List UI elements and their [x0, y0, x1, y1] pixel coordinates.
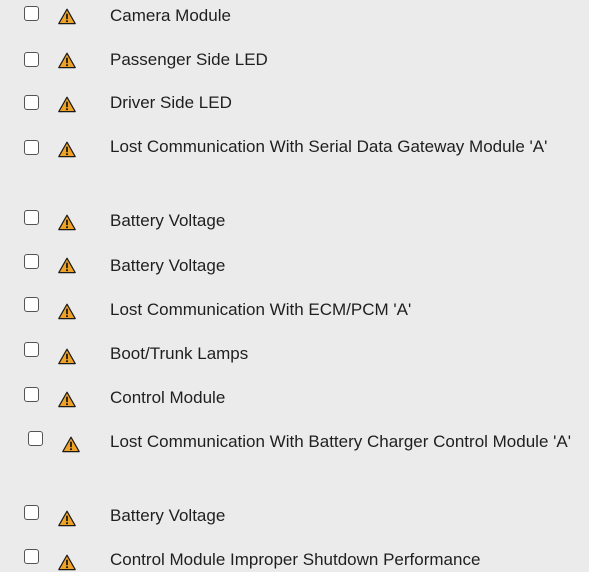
item-checkbox[interactable] [28, 431, 43, 446]
item-checkbox[interactable] [24, 140, 39, 155]
item-checkbox[interactable] [24, 95, 39, 110]
warning-icon [58, 96, 76, 113]
item-label: Passenger Side LED [110, 50, 268, 69]
item-label: Lost Communication With Battery Charger … [110, 432, 571, 451]
item-label: Camera Module [110, 6, 231, 25]
warning-icon [62, 436, 80, 453]
item-checkbox[interactable] [24, 505, 39, 520]
warning-icon [58, 214, 76, 231]
item-checkbox[interactable] [24, 210, 39, 225]
item-checkbox[interactable] [24, 6, 39, 21]
item-label: Battery Voltage [110, 506, 226, 525]
item-checkbox[interactable] [24, 549, 39, 564]
item-label: Lost Communication With Serial Data Gate… [110, 137, 548, 156]
item-checkbox[interactable] [24, 254, 39, 269]
warning-icon [58, 348, 76, 365]
warning-icon [58, 257, 76, 274]
item-label: Battery Voltage [110, 211, 226, 230]
warning-icon [58, 510, 76, 527]
item-checkbox[interactable] [24, 387, 39, 402]
item-label: Control Module Improper Shutdown Perform… [110, 550, 481, 569]
item-label: Lost Communication With ECM/PCM 'A' [110, 300, 412, 319]
item-label: Boot/Trunk Lamps [110, 344, 249, 363]
warning-icon [58, 554, 76, 571]
warning-icon [58, 391, 76, 408]
warning-icon [58, 303, 76, 320]
item-label: Control Module [110, 388, 226, 407]
item-checkbox[interactable] [24, 297, 39, 312]
warning-icon [58, 141, 76, 158]
warning-icon [58, 52, 76, 69]
item-checkbox[interactable] [24, 342, 39, 357]
item-label: Driver Side LED [110, 93, 232, 112]
warning-icon [58, 8, 76, 25]
item-label: Battery Voltage [110, 256, 226, 275]
item-checkbox[interactable] [24, 52, 39, 67]
